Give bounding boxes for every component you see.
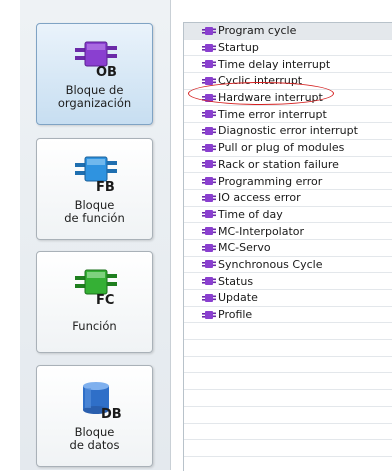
ob-block-icon [202, 43, 216, 52]
ob-list-item-label: MC-Servo [218, 241, 271, 255]
ob-list-item[interactable]: Profile [184, 307, 392, 324]
ob-list-item[interactable]: Startup [184, 40, 392, 57]
ob-list-item-label: MC-Interpolator [218, 224, 305, 238]
ob-list-item-label: Programming error [218, 174, 323, 188]
ob-list-item-label: Profile [218, 308, 253, 322]
ob-block-icon [202, 310, 216, 319]
ob-block-icon [202, 93, 216, 102]
empty-list-row [184, 323, 392, 341]
ob-block-label: Bloque de organización [57, 83, 132, 110]
fb-block-button[interactable]: FB Bloque de función [36, 138, 153, 240]
db-cylinder-icon: DB [83, 382, 121, 420]
ob-list-item[interactable]: Pull or plug of modules [184, 140, 392, 157]
fc-block-button[interactable]: FC Función [36, 251, 153, 353]
fb-code-label: FB [96, 180, 115, 193]
ob-block-icon [202, 227, 216, 236]
ob-list-item[interactable]: Rack or station failure [184, 157, 392, 174]
ob-block-icon [202, 277, 216, 286]
fc-block-label: Función [72, 319, 117, 333]
ob-block-icon [202, 60, 216, 69]
ob-list-item[interactable]: Status [184, 273, 392, 290]
ob-list-item-label: Pull or plug of modules [218, 141, 345, 155]
ob-list-item-label: Cyclic interrupt [218, 74, 303, 88]
ob-code-label: OB [96, 65, 117, 78]
empty-list-row [184, 457, 392, 471]
ob-list-item-label: IO access error [218, 191, 301, 205]
ob-list-item[interactable]: Time error interrupt [184, 106, 392, 124]
ob-list-item[interactable]: MC-Interpolator [184, 223, 392, 240]
ob-list-item[interactable]: Diagnostic error interrupt [184, 123, 392, 140]
ob-block-icon [202, 76, 216, 85]
ob-block-icon [202, 160, 216, 169]
ob-list-item[interactable]: Hardware interrupt [184, 90, 392, 107]
empty-list-row [184, 424, 392, 441]
ob-block-button[interactable]: OB Bloque de organización [36, 23, 153, 125]
ob-block-icon [202, 193, 216, 202]
empty-list-row [184, 390, 392, 407]
ob-block-icon [202, 110, 216, 119]
empty-list-row [184, 407, 392, 424]
db-block-label: Bloque de datos [69, 425, 120, 452]
db-block-button[interactable]: DB Bloque de datos [36, 365, 153, 467]
ob-list-item-label: Startup [218, 41, 259, 55]
ob-list-item-label: Synchronous Cycle [218, 257, 323, 271]
ob-list-item[interactable]: MC-Servo [184, 240, 392, 257]
ob-block-icon [202, 210, 216, 219]
fc-block-icon: FC [75, 269, 117, 306]
ob-list-item-label: Update [218, 291, 258, 305]
ob-list-item-label: Time error interrupt [218, 107, 327, 121]
ob-block-icon [202, 143, 216, 152]
ob-list-item[interactable]: Cyclic interrupt [184, 73, 392, 90]
fb-block-icon: FB [75, 156, 117, 193]
fb-block-label: Bloque de función [64, 198, 125, 225]
ob-list-item[interactable]: Update [184, 290, 392, 307]
ob-list-item[interactable]: Time of day [184, 207, 392, 224]
ob-list-item-label: Time of day [218, 207, 283, 221]
ob-type-list: Program cycle Startup Time delay interrupt… [183, 22, 392, 471]
ob-block-icon [202, 260, 216, 269]
ob-list-item[interactable]: Programming error [184, 173, 392, 190]
empty-list-row [184, 373, 392, 391]
ob-block-icon [202, 26, 216, 35]
empty-list-row [184, 357, 392, 374]
fc-code-label: FC [96, 293, 114, 306]
ob-block-icon [202, 177, 216, 186]
ob-list-item[interactable]: Synchronous Cycle [184, 257, 392, 274]
ob-block-icon [202, 126, 216, 135]
ob-list-item-label: Time delay interrupt [218, 57, 331, 71]
ob-list-item-label: Rack or station failure [218, 157, 339, 171]
ob-list-item[interactable]: Time delay interrupt [184, 56, 392, 74]
ob-list-item-label: Diagnostic error interrupt [218, 124, 358, 138]
ob-list-item-label: Hardware interrupt [218, 91, 323, 105]
ob-list-item-label: Status [218, 274, 254, 288]
empty-list-row [184, 340, 392, 357]
ob-block-icon [202, 243, 216, 252]
empty-list-row [184, 440, 392, 457]
ob-list-item-label: Program cycle [218, 24, 297, 38]
ob-block-icon [202, 293, 216, 302]
ob-list-item[interactable]: IO access error [184, 190, 392, 207]
block-type-panel: OB Bloque de organización FB Bloque de f… [20, 0, 171, 470]
ob-list-item[interactable]: Program cycle [184, 23, 392, 40]
db-code-label: DB [101, 407, 121, 420]
ob-block-icon: OB [75, 41, 117, 78]
